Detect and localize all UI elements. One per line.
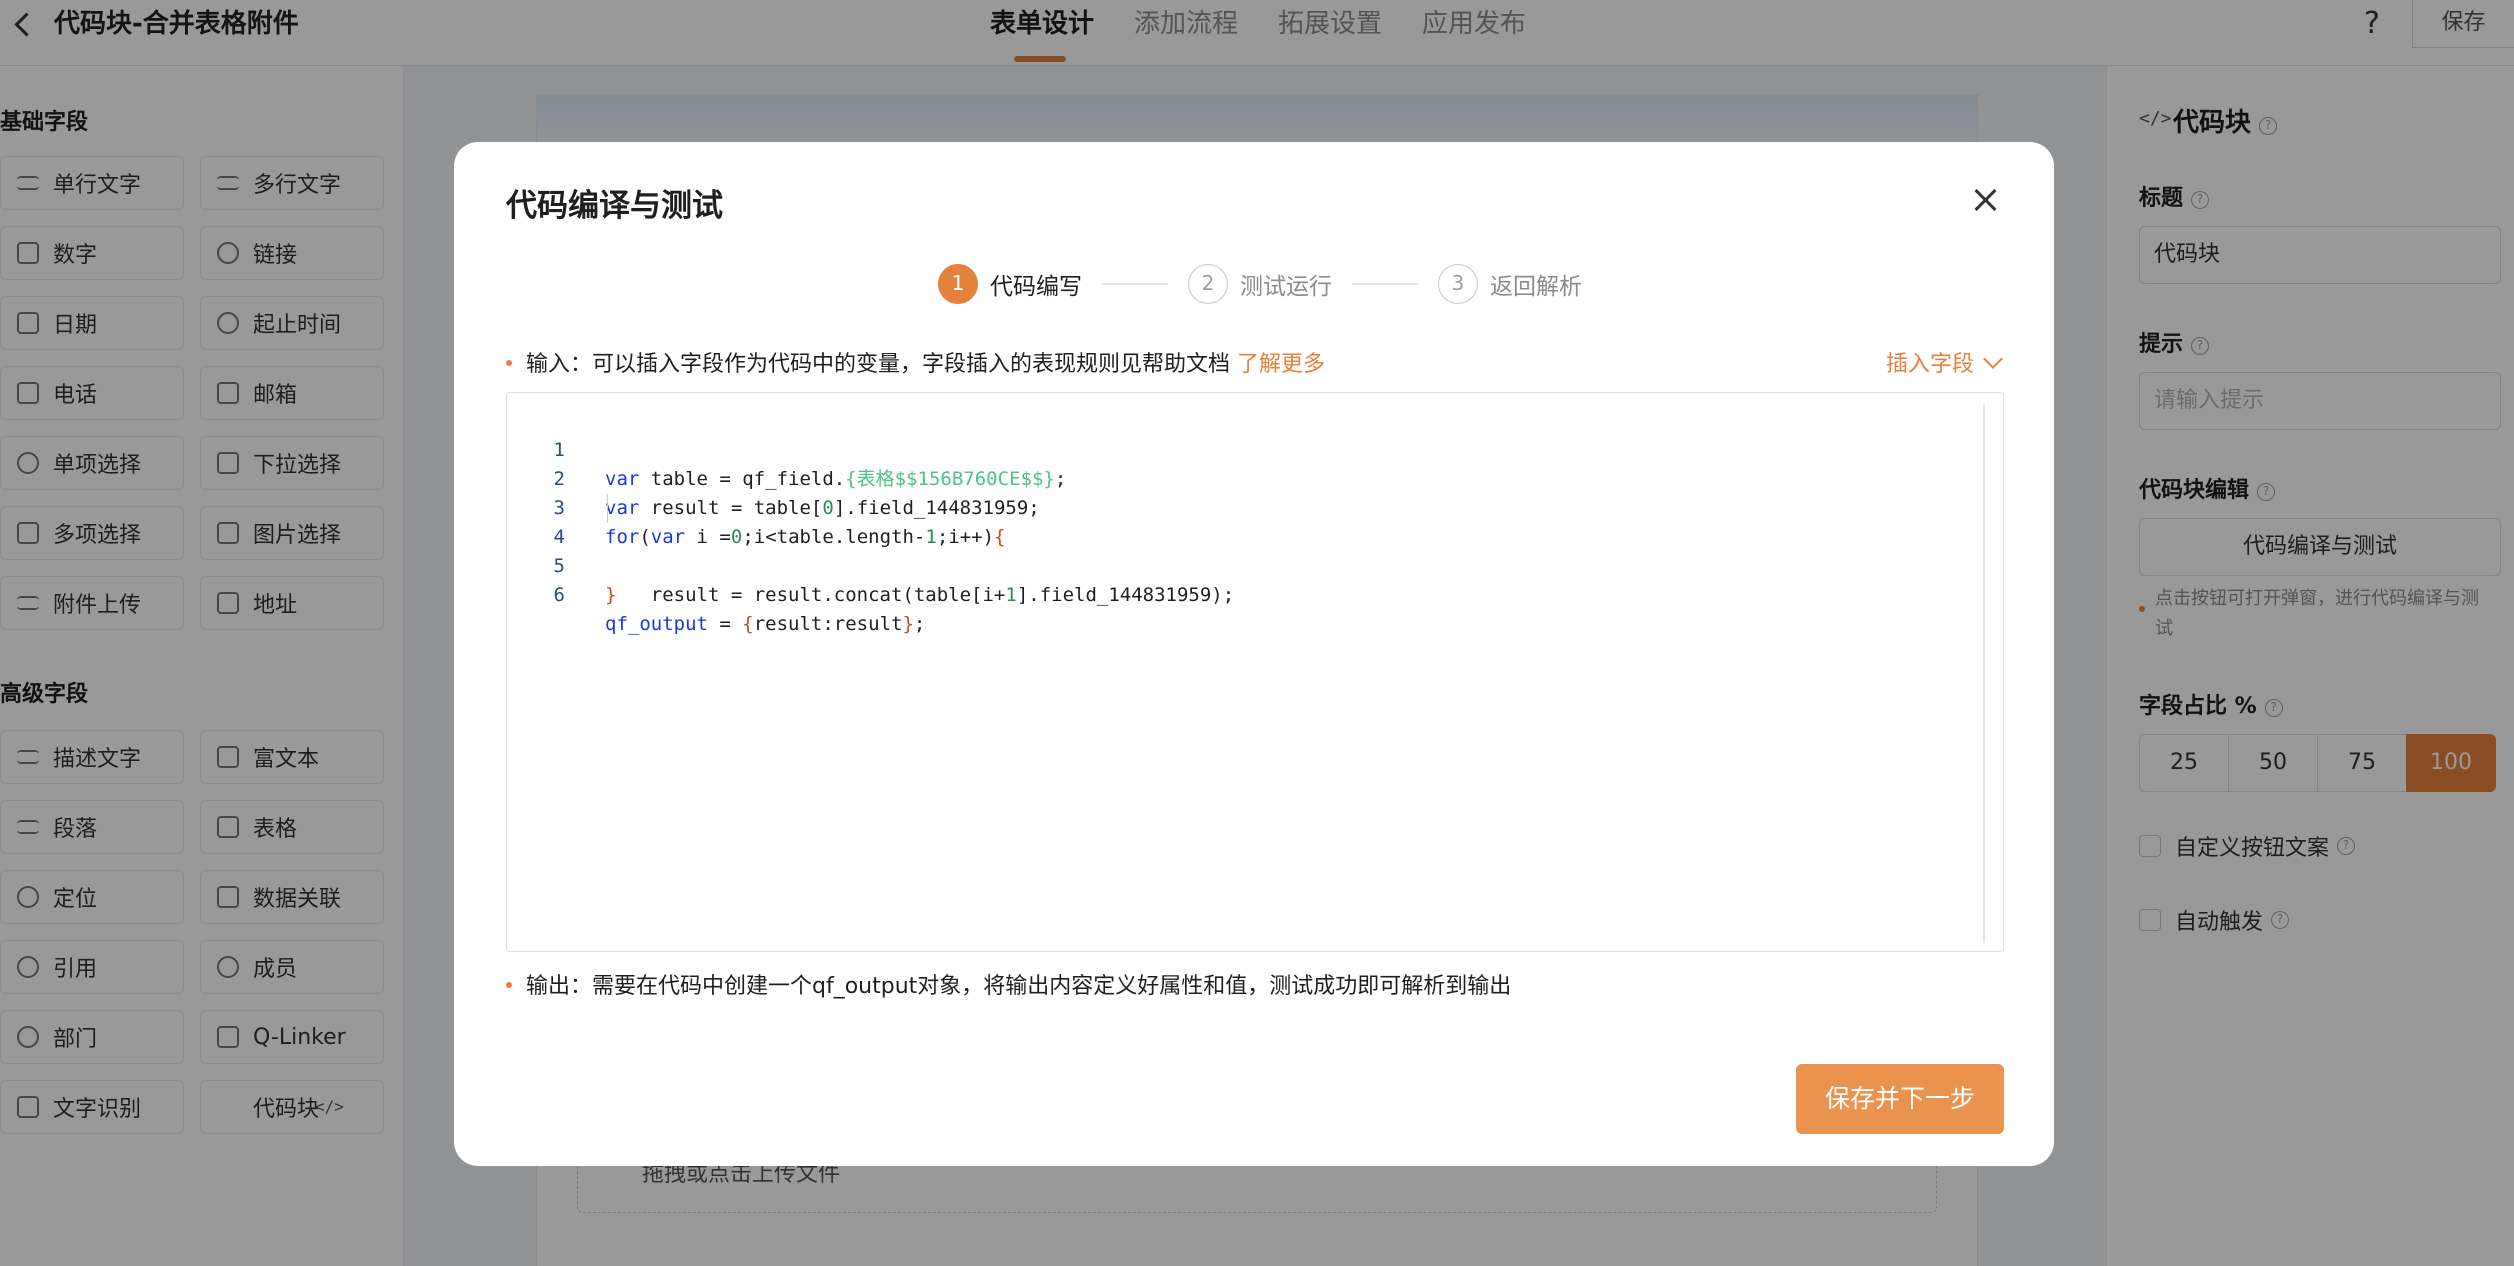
line-number: 6 [553,584,565,606]
chevron-down-icon [1983,349,2003,369]
code-line: 4 result = result.concat(table[i+1].fiel… [507,494,1977,606]
step-test-run: 2 测试运行 [1188,264,1332,304]
output-hint: 输出：需要在代码中创建一个qf_output对象，将输出内容定义好属性和值，测试… [526,974,1512,999]
input-bullet [506,360,512,366]
code-line: 3 for(var i =0;i<table.length-1;i++){ [507,465,1977,548]
step-connector [1102,283,1168,285]
modal-title: 代码编译与测试 [506,188,723,224]
code-editor[interactable]: 1 var table = qf_field.{表格$$156B760CE$$}… [506,392,2004,952]
stepper: 1 代码编写 2 测试运行 3 返回解析 [938,264,1582,304]
insert-field-dropdown[interactable]: 插入字段 [1886,346,2003,378]
code-compile-modal: 代码编译与测试 1 代码编写 2 测试运行 3 返回解析 输入：可以插入字段作为… [454,142,2054,1166]
step-code-writing: 1 代码编写 [938,264,1082,304]
step-label: 返回解析 [1490,274,1582,300]
step-label: 代码编写 [990,274,1082,300]
output-bullet [506,982,512,988]
indent-guide [607,494,608,523]
step-label: 测试运行 [1240,274,1332,300]
step-return-parse: 3 返回解析 [1438,264,1582,304]
close-icon[interactable] [1968,182,2004,218]
learn-more-link[interactable]: 了解更多 [1237,352,1325,377]
step-number: 2 [1188,264,1228,304]
code-line: 5 } [507,523,1977,606]
code-line: 6 qf_output = {result:result}; [507,552,1977,635]
step-number: 3 [1438,264,1478,304]
input-hint: 输入：可以插入字段作为代码中的变量，字段插入的表现规则见帮助文档 了解更多 [526,352,1326,377]
save-and-next-button[interactable]: 保存并下一步 [1796,1064,2004,1134]
code-line: 2 var result = table[0].field_144831959; [507,436,1977,519]
editor-scrollbar[interactable] [1983,405,1985,943]
code-line: 1 var table = qf_field.{表格$$156B760CE$$}… [507,407,1977,490]
step-number: 1 [938,264,978,304]
step-connector [1352,283,1418,285]
